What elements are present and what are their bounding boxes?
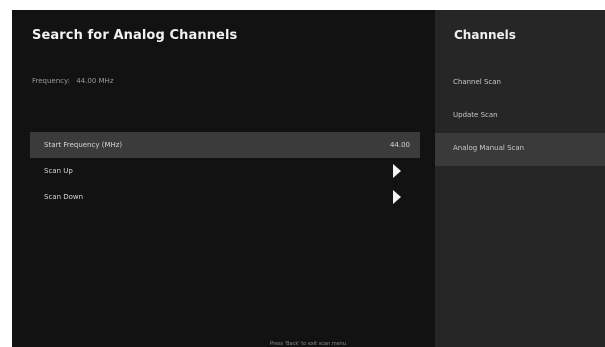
sidebar-item-label: Channel Scan: [453, 78, 501, 86]
sidebar-item-label: Update Scan: [453, 111, 498, 119]
frequency-label: Frequency: [32, 77, 68, 85]
sidebar-item-analog-manual-scan[interactable]: Analog Manual Scan: [435, 133, 605, 166]
channels-sidebar: Channels Channel Scan Update Scan Analog…: [435, 10, 605, 347]
frequency-value: 44.00 MHz: [76, 77, 114, 85]
analog-scan-panel: Search for Analog Channels Frequency: 44…: [12, 10, 435, 347]
sidebar-menu: Channel Scan Update Scan Analog Manual S…: [435, 67, 605, 166]
start-frequency-label: Start Frequency (MHz): [44, 141, 123, 149]
back-hint: Press 'Back' to exit scan menu: [270, 341, 347, 347]
sidebar-item-channel-scan[interactable]: Channel Scan: [435, 67, 605, 100]
start-frequency-row[interactable]: Start Frequency (MHz) 44.00: [30, 132, 420, 158]
play-icon: [393, 164, 401, 178]
tv-settings-screen: Search for Analog Channels Frequency: 44…: [0, 0, 605, 347]
frequency-readout: Frequency: 44.00 MHz: [32, 77, 114, 85]
scan-up-row[interactable]: Scan Up: [30, 158, 420, 184]
scan-up-label: Scan Up: [44, 167, 73, 175]
scan-down-row[interactable]: Scan Down: [30, 184, 420, 210]
scan-options-list: Start Frequency (MHz) 44.00 Scan Up Scan…: [30, 132, 420, 210]
sidebar-title: Channels: [454, 28, 516, 42]
page-title: Search for Analog Channels: [32, 28, 238, 43]
sidebar-item-label: Analog Manual Scan: [453, 144, 525, 152]
sidebar-item-update-scan[interactable]: Update Scan: [435, 100, 605, 133]
start-frequency-value: 44.00: [389, 141, 410, 149]
play-icon: [393, 190, 401, 204]
scan-down-label: Scan Down: [44, 193, 84, 201]
